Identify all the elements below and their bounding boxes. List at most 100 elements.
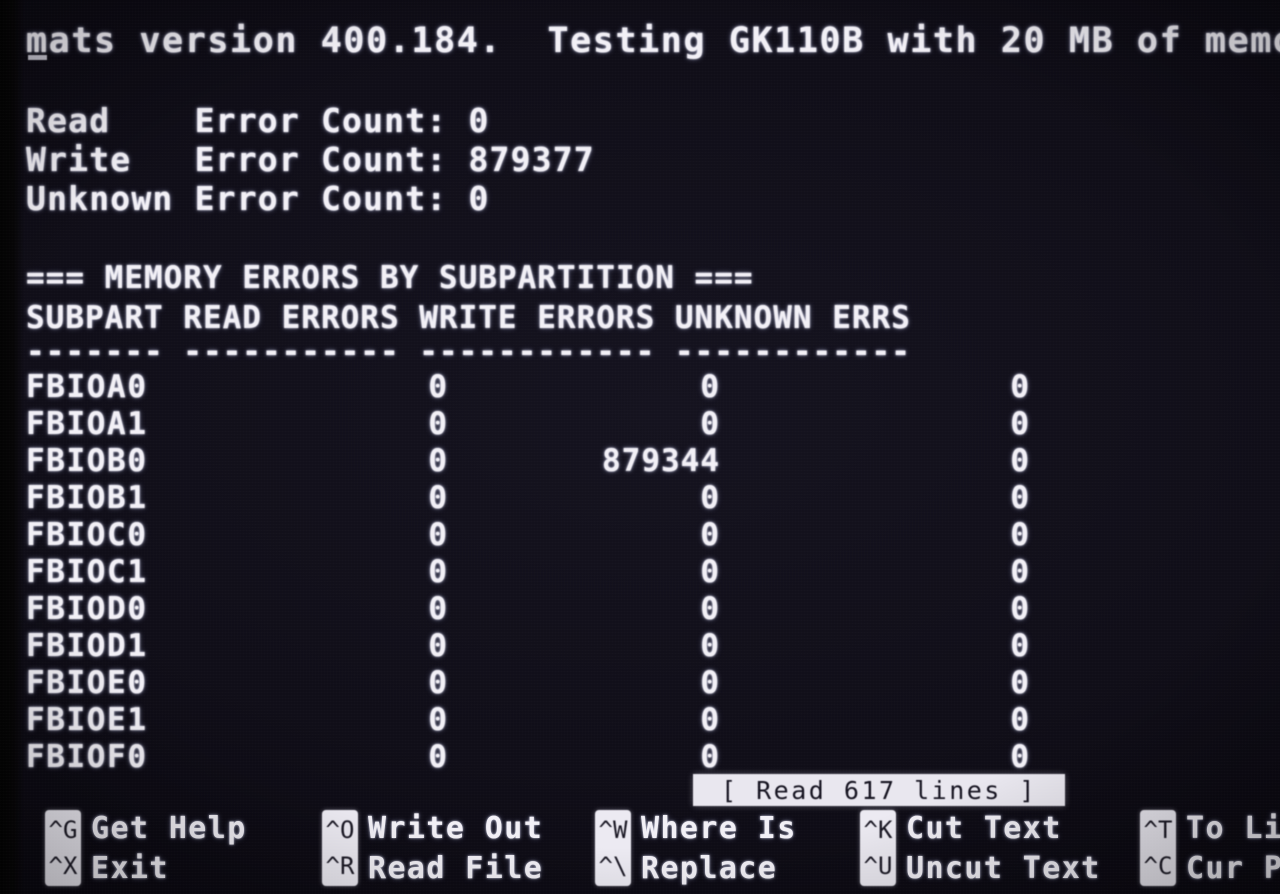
nano-status-bar: [ Read 617 lines ] [693, 774, 1065, 806]
table-row: FBIOF0 0 0 0 [0, 742, 1040, 776]
unknown-errors-value: 0 [1010, 406, 1030, 442]
shortcut-label-top[interactable]: Cut Text [906, 814, 1101, 844]
keycap-badge: ^T ^C [1140, 810, 1176, 886]
unknown-error-count-text: Error Count: [194, 179, 448, 218]
write-errors-value: 0 [700, 369, 720, 405]
table-row: FBIOE1 0 0 0 [0, 705, 1040, 739]
read-errors-value: 0 [428, 480, 448, 516]
subpartition-table-rule: ------- ----------- ------------ -------… [26, 334, 911, 370]
subpartition-table-title: === MEMORY ERRORS BY SUBPARTITION === [26, 260, 754, 296]
shortcut-key-bottom: ^C [1143, 852, 1173, 880]
table-row: FBIOA1 0 0 0 [0, 409, 1040, 443]
write-errors-value: 0 [700, 665, 720, 701]
keycap-badge: ^W ^\ [595, 810, 631, 886]
shortcut-label-top[interactable]: Write Out [368, 814, 543, 844]
subpart-name: FBIOA0 [26, 369, 148, 405]
shortcut-key-top: ^T [1143, 816, 1173, 844]
read-errors-value: 0 [428, 517, 448, 553]
shortcut-key-bottom: ^X [48, 852, 78, 880]
text-cursor [28, 55, 47, 60]
write-error-count-label: Write [26, 140, 174, 179]
nano-status-message: [ Read 617 lines ] [721, 775, 1037, 805]
unknown-errors-value: 0 [1010, 369, 1030, 405]
write-error-count-value: 879377 [468, 140, 595, 179]
read-error-count-label: Read [26, 101, 174, 140]
subpart-name: FBIOB0 [26, 443, 148, 479]
subpart-name: FBIOC0 [26, 517, 148, 553]
table-row: FBIOE0 0 0 0 [0, 668, 1040, 702]
shortcut-key-top: ^W [598, 816, 628, 844]
keycap-badge: ^G ^X [45, 810, 81, 886]
write-errors-value: 0 [700, 554, 720, 590]
write-error-count-line: Write Error Count: 879377 [26, 143, 595, 176]
table-row: FBIOB1 0 0 0 [0, 483, 1040, 517]
shortcut-labels: To Li Cur P [1186, 806, 1280, 884]
shortcut-key-top: ^O [325, 816, 355, 844]
shortcut-key-top: ^K [863, 816, 893, 844]
read-errors-value: 0 [428, 591, 448, 627]
read-errors-value: 0 [428, 628, 448, 664]
unknown-error-count-line: Unknown Error Count: 0 [26, 182, 490, 215]
read-errors-value: 0 [428, 406, 448, 442]
unknown-errors-value: 0 [1010, 702, 1030, 738]
mats-version-header-line: mats version 400.184. Testing GK110B wit… [26, 21, 1280, 61]
shortcut-label-bottom[interactable]: Read File [368, 854, 543, 884]
subpart-name: FBIOD1 [26, 628, 148, 664]
write-errors-value: 879344 [602, 443, 720, 479]
write-errors-value: 0 [700, 739, 720, 775]
shortcut-key-bottom: ^U [863, 852, 893, 880]
keycap-badge: ^K ^U [860, 810, 896, 886]
shortcut-label-top[interactable]: Where Is [641, 814, 797, 844]
table-row: FBIOA0 0 0 0 [0, 372, 1040, 406]
shortcut-labels: Write Out Read File [368, 806, 543, 884]
shortcut-labels: Where Is Replace [641, 806, 797, 884]
unknown-errors-value: 0 [1010, 739, 1030, 775]
write-errors-value: 0 [700, 517, 720, 553]
subpart-name: FBIOE0 [26, 665, 148, 701]
subpart-name: FBIOF0 [26, 739, 148, 775]
write-error-count-text: Error Count: [194, 140, 448, 179]
read-errors-value: 0 [428, 702, 448, 738]
write-errors-value: 0 [700, 628, 720, 664]
shortcut-label-bottom[interactable]: Cur P [1186, 854, 1280, 884]
shortcut-key-top: ^G [48, 816, 78, 844]
table-row: FBIOC0 0 0 0 [0, 520, 1040, 554]
subpart-name: FBIOA1 [26, 406, 148, 442]
table-row: FBIOD1 0 0 0 [0, 631, 1040, 665]
subpart-name: FBIOD0 [26, 591, 148, 627]
read-errors-value: 0 [428, 443, 448, 479]
read-errors-value: 0 [428, 665, 448, 701]
shortcut-labels: Get Help Exit [91, 806, 247, 884]
terminal-screen-photo: mats version 400.184. Testing GK110B wit… [0, 0, 1280, 894]
write-errors-value: 0 [700, 702, 720, 738]
unknown-errors-value: 0 [1010, 628, 1030, 664]
shortcut-label-bottom[interactable]: Replace [641, 854, 797, 884]
read-errors-value: 0 [428, 554, 448, 590]
unknown-errors-value: 0 [1010, 665, 1030, 701]
read-error-count-line: Read Error Count: 0 [26, 104, 490, 137]
shortcut-labels: Cut Text Uncut Text [906, 806, 1101, 884]
shortcut-key-bottom: ^R [325, 852, 355, 880]
table-row: FBIOD0 0 0 0 [0, 594, 1040, 628]
unknown-errors-value: 0 [1010, 554, 1030, 590]
read-errors-value: 0 [428, 369, 448, 405]
unknown-error-count-value: 0 [468, 179, 490, 218]
shortcut-label-top[interactable]: To Li [1186, 814, 1280, 844]
shortcut-label-bottom[interactable]: Uncut Text [906, 854, 1101, 884]
unknown-error-count-label: Unknown [26, 179, 174, 218]
shortcut-label-top[interactable]: Get Help [91, 814, 247, 844]
write-errors-value: 0 [700, 406, 720, 442]
unknown-errors-value: 0 [1010, 443, 1030, 479]
terminal-content: mats version 400.184. Testing GK110B wit… [0, 0, 1280, 894]
unknown-errors-value: 0 [1010, 591, 1030, 627]
unknown-errors-value: 0 [1010, 517, 1030, 553]
read-error-count-value: 0 [468, 101, 490, 140]
subpartition-table-column-headers: SUBPART READ ERRORS WRITE ERRORS UNKNOWN… [26, 300, 911, 336]
table-row: FBIOB0 0 879344 0 [0, 446, 1040, 480]
shortcut-label-bottom[interactable]: Exit [91, 854, 247, 884]
read-error-count-text: Error Count: [194, 101, 448, 140]
subpart-name: FBIOB1 [26, 480, 148, 516]
write-errors-value: 0 [700, 591, 720, 627]
subpart-name: FBIOC1 [26, 554, 148, 590]
table-row: FBIOC1 0 0 0 [0, 557, 1040, 591]
